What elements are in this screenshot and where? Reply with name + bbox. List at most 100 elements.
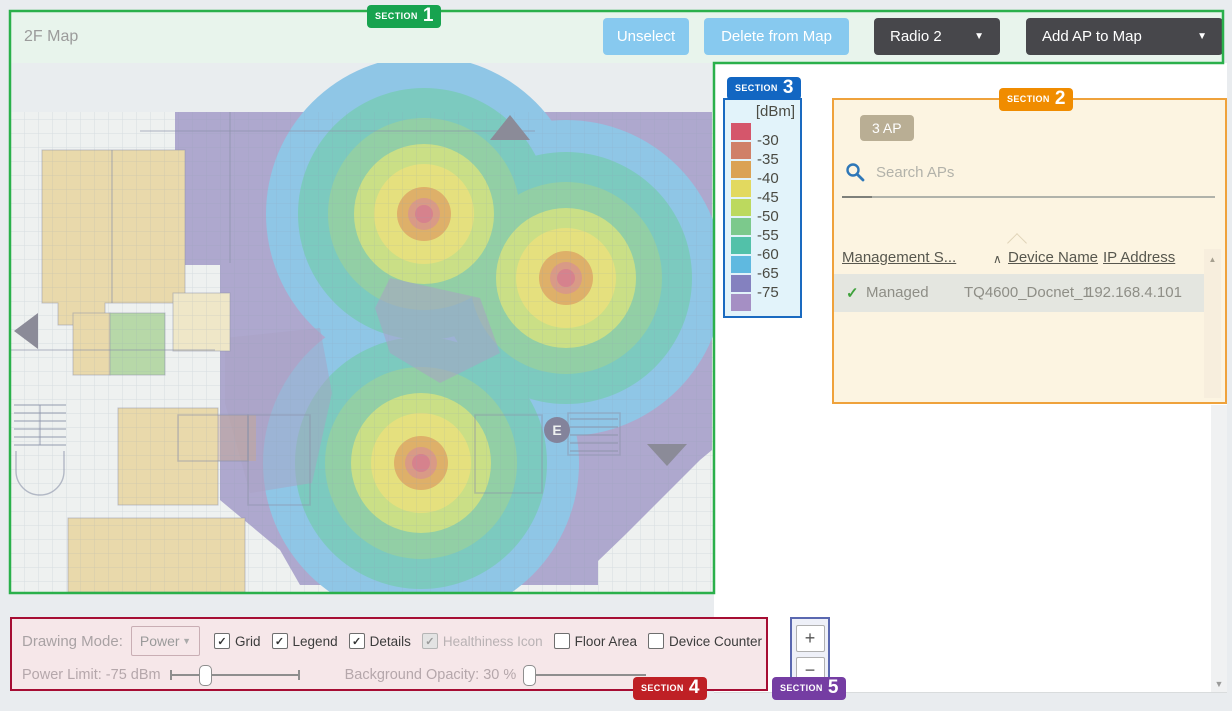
legend-entry: -40 [731, 160, 795, 179]
checkbox-box [648, 633, 664, 649]
sort-ascending-icon: ∧ [993, 252, 1002, 266]
chevron-down-icon: ▼ [974, 31, 984, 42]
legend-title: [dBm] [731, 102, 795, 122]
column-header-device-name[interactable]: Device Name [1008, 249, 1098, 266]
delete-from-map-button[interactable]: Delete from Map [704, 18, 849, 55]
legend-entry: -55 [731, 217, 795, 236]
checkbox-label: Device Counter [669, 634, 762, 649]
checkbox-box: ✓ [422, 633, 438, 649]
status-cell: Managed [866, 284, 929, 301]
scrollbar-down-arrow-icon[interactable]: ▼ [1211, 679, 1227, 689]
section-badge-word: SECTION [641, 683, 684, 693]
legend-entry: -30 [731, 122, 795, 141]
checkbox-label: Floor Area [575, 634, 637, 649]
section-badge-word: SECTION [1007, 94, 1050, 104]
floor-map-canvas[interactable]: E [10, 63, 714, 593]
search-icon [845, 162, 865, 182]
unselect-label: Unselect [617, 28, 675, 45]
slider-thumb[interactable] [199, 665, 212, 686]
table-scroll-strip[interactable]: ▲ [1204, 249, 1221, 398]
checkbox-label: Healthiness Icon [443, 634, 543, 649]
search-input[interactable] [874, 158, 1198, 186]
checkbox-box [554, 633, 570, 649]
checkbox-device-counter[interactable]: Device Counter [648, 633, 762, 649]
section-2-badge: SECTION 2 [999, 88, 1073, 111]
legend-swatch [731, 161, 751, 178]
managed-check-icon: ✓ [846, 284, 859, 302]
drawing-mode-label: Drawing Mode: [22, 633, 123, 650]
legend-entry: -65 [731, 255, 795, 274]
legend-swatch [731, 142, 751, 159]
checkbox-label: Legend [293, 634, 338, 649]
column-header-ip-address[interactable]: IP Address [1103, 249, 1175, 266]
checkbox-legend[interactable]: ✓ Legend [272, 633, 338, 649]
checkbox-floor-area[interactable]: Floor Area [554, 633, 637, 649]
legend-entry [731, 293, 795, 312]
checkbox-label: Grid [235, 634, 261, 649]
power-limit-slider[interactable] [171, 665, 299, 685]
checkbox-grid[interactable]: ✓ Grid [214, 633, 261, 649]
add-ap-to-map-label: Add AP to Map [1042, 28, 1142, 45]
column-header-management-s-[interactable]: Management S... [842, 249, 956, 266]
section-5-badge: SECTION 5 [772, 677, 846, 700]
section-1-badge: SECTION 1 [367, 5, 441, 28]
slider-thumb[interactable] [523, 665, 536, 686]
svg-text:E: E [552, 422, 561, 438]
ip-address-cell: 192.168.4.101 [1086, 284, 1182, 301]
background-opacity-slider[interactable] [524, 665, 646, 685]
legend-entry: -45 [731, 179, 795, 198]
background-opacity-label: Background Opacity: 30 % [345, 667, 517, 683]
section-4-badge: SECTION 4 [633, 677, 707, 700]
section-badge-number: 3 [783, 78, 794, 98]
map-grid [10, 112, 714, 593]
ap-list-panel: 3 AP Management S... Device Name IP Addres… [832, 98, 1227, 404]
checkbox-box: ✓ [214, 633, 230, 649]
section-badge-number: 4 [689, 678, 700, 698]
checkbox-details[interactable]: ✓ Details [349, 633, 411, 649]
checkbox-box: ✓ [272, 633, 288, 649]
zoom-in-button[interactable]: + [796, 625, 825, 652]
search-underline [842, 196, 1215, 198]
legend-swatch [731, 218, 751, 235]
chevron-down-icon: ▼ [182, 636, 191, 646]
legend-swatch [731, 256, 751, 273]
legend-swatch [731, 199, 751, 216]
legend-swatch [731, 123, 751, 140]
section-badge-number: 2 [1055, 89, 1066, 109]
checkbox-healthiness-icon: ✓ Healthiness Icon [422, 633, 543, 649]
ap-count-badge: 3 AP [860, 115, 914, 141]
vertical-scrollbar[interactable]: ▼ [1211, 405, 1227, 692]
section-badge-word: SECTION [375, 11, 418, 21]
legend-entry: -50 [731, 198, 795, 217]
signal-legend: [dBm] -30-35-40-45-50-55-60-65-75 [723, 98, 802, 318]
table-row[interactable]: ✓ Managed TQ4600_Docnet_1192.168.4.101 [834, 274, 1204, 312]
add-ap-to-map-button[interactable]: Add AP to Map ▼ [1026, 18, 1223, 55]
elevator-icon: E [544, 417, 570, 443]
radio-select-button[interactable]: Radio 2 ▼ [874, 18, 1000, 55]
page-title: 2F Map [24, 28, 78, 46]
section-badge-number: 5 [828, 678, 839, 698]
top-toolbar: 2F Map UnselectDelete from MapRadio 2▼Ad… [10, 11, 1223, 63]
drawing-mode-select[interactable]: Power ▼ [131, 626, 200, 656]
app-window: 2F Map UnselectDelete from MapRadio 2▼Ad… [0, 0, 1232, 711]
legend-swatch [731, 180, 751, 197]
table-scroll-up-icon[interactable]: ▲ [1204, 255, 1221, 264]
section-3-badge: SECTION 3 [727, 77, 801, 100]
legend-swatch [731, 237, 751, 254]
delete-from-map-label: Delete from Map [721, 28, 832, 45]
toolbar-buttons: UnselectDelete from MapRadio 2▼Add AP to… [603, 18, 1223, 55]
ap-table-header: Management S... Device Name IP Address ∧ [834, 249, 1221, 273]
section-badge-word: SECTION [735, 83, 778, 93]
checkbox-box: ✓ [349, 633, 365, 649]
legend-entry: -35 [731, 141, 795, 160]
chevron-down-icon: ▼ [1197, 31, 1207, 42]
power-limit-label: Power Limit: -75 dBm [22, 667, 161, 683]
section-badge-word: SECTION [780, 683, 823, 693]
radio-select-label: Radio 2 [890, 28, 942, 45]
legend-entry: -75 [731, 274, 795, 293]
drawing-mode-value: Power [140, 633, 180, 649]
unselect-button[interactable]: Unselect [603, 18, 689, 55]
section-badge-number: 1 [423, 6, 434, 26]
checkbox-label: Details [370, 634, 411, 649]
device-name-cell: TQ4600_Docnet_1 [964, 284, 1091, 301]
